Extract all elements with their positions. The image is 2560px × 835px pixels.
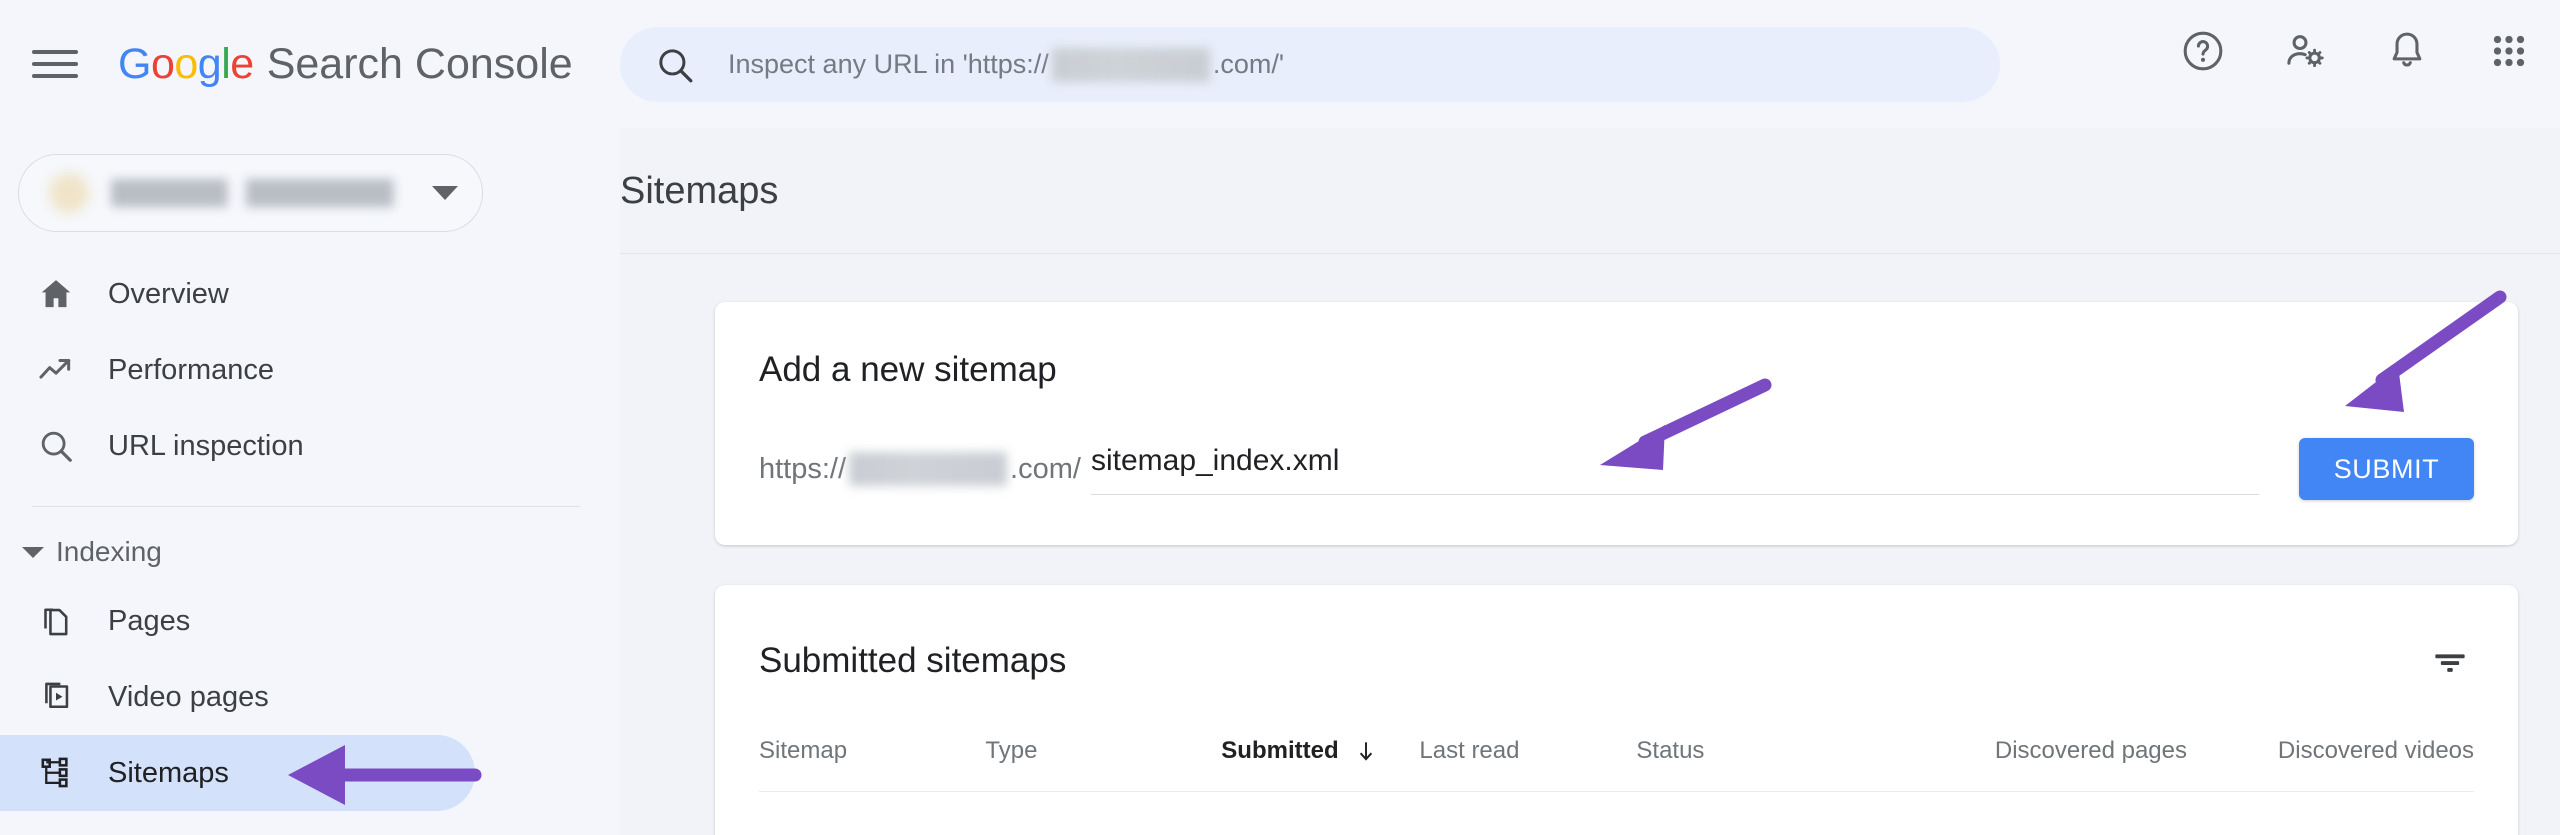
- column-header-type[interactable]: Type: [985, 737, 1221, 765]
- trending-up-icon: [32, 351, 80, 389]
- help-icon[interactable]: [2180, 28, 2226, 74]
- search-placeholder-suffix: .com/': [1212, 49, 1284, 79]
- add-sitemap-card: Add a new sitemap https:// .com/ SUBMIT: [715, 302, 2518, 545]
- sidebar-item-label: Video pages: [108, 680, 269, 713]
- sidebar-item-label: Pages: [108, 604, 191, 637]
- property-favicon: [49, 173, 89, 213]
- sidebar-item-label: Overview: [108, 277, 229, 310]
- sidebar-item-label: URL inspection: [108, 429, 304, 462]
- sitemaps-table-header: Sitemap Type Submitted Last read Status …: [759, 737, 2474, 792]
- sidebar-group-label: Indexing: [56, 536, 162, 567]
- submitted-sitemaps-title: Submitted sitemaps: [759, 641, 1067, 680]
- search-icon: [659, 48, 693, 82]
- video-pages-icon: [32, 679, 80, 715]
- chevron-down-icon: [432, 186, 458, 200]
- search-console-page: Google Search Console Inspect any URL in…: [0, 0, 2560, 835]
- title-divider: [620, 253, 2560, 254]
- sitemaps-icon: [32, 755, 80, 791]
- sidebar-item-overview[interactable]: Overview: [0, 256, 475, 332]
- arrow-down-icon: [1359, 742, 1372, 761]
- sitemap-url-input[interactable]: [1090, 443, 2259, 478]
- submit-button[interactable]: SUBMIT: [2299, 438, 2474, 500]
- url-scheme: https://: [759, 452, 847, 485]
- sidebar: Overview Performance URL inspection Inde…: [0, 128, 620, 835]
- sidebar-item-label: Performance: [108, 353, 275, 386]
- sidebar-item-performance[interactable]: Performance: [0, 332, 475, 408]
- url-inspection-search-bar[interactable]: Inspect any URL in 'https:// .com/': [620, 27, 2000, 102]
- search-placeholder-prefix: Inspect any URL in 'https://: [728, 49, 1049, 79]
- sidebar-item-url-inspection[interactable]: URL inspection: [0, 408, 475, 484]
- column-header-last-read[interactable]: Last read: [1419, 737, 1636, 765]
- column-header-status[interactable]: Status: [1636, 737, 1995, 765]
- hamburger-menu-icon[interactable]: [32, 46, 78, 82]
- url-tld: .com/: [1010, 452, 1081, 485]
- redacted-domain: [849, 452, 1008, 486]
- redacted-domain: [1051, 47, 1210, 82]
- page-title: Sitemaps: [620, 170, 779, 212]
- home-icon: [32, 275, 80, 313]
- sidebar-group-indexing[interactable]: Indexing: [0, 521, 620, 583]
- google-wordmark: Google: [118, 39, 254, 88]
- main-content: Sitemaps Add a new sitemap https:// .com…: [620, 128, 2560, 835]
- search-icon: [32, 427, 80, 465]
- sidebar-item-pages[interactable]: Pages: [0, 583, 475, 659]
- property-name-redacted: [111, 179, 418, 207]
- top-bar-actions: [2180, 28, 2532, 74]
- google-apps-grid-icon[interactable]: [2486, 28, 2532, 74]
- column-header-discovered-pages[interactable]: Discovered pages: [1995, 737, 2278, 765]
- filter-icon[interactable]: [2426, 637, 2474, 685]
- sidebar-nav: Overview Performance URL inspection Inde…: [0, 256, 620, 811]
- sidebar-divider: [32, 506, 580, 507]
- user-settings-icon[interactable]: [2282, 28, 2328, 74]
- column-header-submitted-label: Submitted: [1221, 737, 1339, 764]
- notifications-bell-icon[interactable]: [2384, 28, 2430, 74]
- property-selector[interactable]: [18, 154, 483, 232]
- sidebar-item-sitemaps[interactable]: Sitemaps: [0, 735, 475, 811]
- brand-logo: Google Search Console: [118, 40, 573, 89]
- column-header-sitemap[interactable]: Sitemap: [759, 737, 985, 765]
- caret-down-icon: [22, 546, 44, 558]
- top-app-bar: Google Search Console Inspect any URL in…: [0, 0, 2560, 128]
- sidebar-item-video-pages[interactable]: Video pages: [0, 659, 475, 735]
- product-name: Search Console: [266, 39, 573, 88]
- submitted-sitemaps-card: Submitted sitemaps Sitemap Type Submitte…: [715, 585, 2518, 835]
- search-placeholder: Inspect any URL in 'https:// .com/': [728, 47, 1284, 82]
- add-sitemap-row: https:// .com/ SUBMIT: [759, 438, 2474, 500]
- sidebar-item-label: Sitemaps: [108, 756, 229, 789]
- column-header-discovered-videos[interactable]: Discovered videos: [2278, 737, 2474, 765]
- pages-icon: [32, 603, 80, 639]
- sitemap-url-input-wrapper: [1090, 443, 2259, 495]
- submitted-sitemaps-header: Submitted sitemaps: [759, 585, 2474, 685]
- column-header-submitted[interactable]: Submitted: [1221, 737, 1419, 765]
- sitemap-url-prefix: https:// .com/: [759, 452, 1081, 486]
- add-sitemap-title: Add a new sitemap: [759, 350, 1057, 389]
